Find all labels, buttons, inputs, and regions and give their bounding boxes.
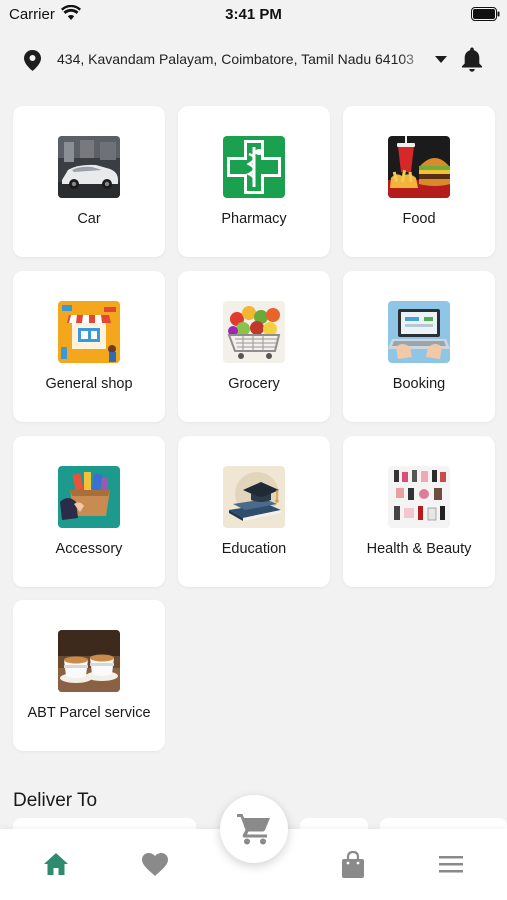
burger-fries-icon (388, 136, 450, 198)
shopping-bag-icon[interactable] (342, 851, 364, 878)
pharmacy-cross-icon (223, 136, 285, 198)
menu-hamburger-icon[interactable] (439, 856, 463, 873)
accessory-box-icon (58, 466, 120, 528)
location-pin-icon (24, 50, 41, 71)
status-time: 3:41 PM (225, 6, 282, 23)
notification-bell-icon[interactable] (461, 47, 483, 72)
cart-icon (237, 814, 270, 845)
category-label: Grocery (228, 376, 280, 392)
category-card-health-beauty[interactable]: Health & Beauty (343, 436, 495, 587)
graduation-cap-icon (223, 466, 285, 528)
home-icon[interactable] (44, 853, 68, 875)
category-label: Pharmacy (221, 211, 287, 227)
category-card-education[interactable]: Education (178, 436, 330, 587)
car-photo-icon (58, 136, 120, 198)
category-label: Education (221, 541, 287, 557)
location-bar[interactable]: 434, Kavandam Palayam, Coimbatore, Tamil… (0, 40, 507, 80)
storefront-icon (58, 301, 120, 363)
laptop-booking-icon (388, 301, 450, 363)
category-label: ABT Parcel service (27, 705, 151, 721)
status-bar: Carrier 3:41 PM (0, 0, 507, 30)
category-label: Food (402, 211, 436, 227)
address-text[interactable]: 434, Kavandam Palayam, Coimbatore, Tamil… (57, 51, 428, 67)
category-card-general-shop[interactable]: General shop (13, 271, 165, 422)
category-card-car[interactable]: Car (13, 106, 165, 257)
grocery-cart-icon (223, 301, 285, 363)
category-card-abt-parcel-service[interactable]: ABT Parcel service (13, 600, 165, 751)
cosmetics-icon (388, 466, 450, 528)
battery-icon (471, 7, 500, 21)
category-label: Car (77, 211, 101, 227)
category-label: Accessory (55, 541, 123, 557)
category-card-pharmacy[interactable]: Pharmacy (178, 106, 330, 257)
deliver-to-heading: Deliver To (13, 790, 98, 811)
category-card-booking[interactable]: Booking (343, 271, 495, 422)
cart-button[interactable] (220, 795, 288, 863)
category-card-accessory[interactable]: Accessory (13, 436, 165, 587)
dropdown-caret-icon[interactable] (435, 56, 447, 64)
category-label: General shop (45, 376, 133, 392)
category-card-food[interactable]: Food (343, 106, 495, 257)
address-fade (400, 48, 430, 70)
coffee-cups-icon (58, 630, 120, 692)
category-label: Booking (392, 376, 446, 392)
category-card-grocery[interactable]: Grocery (178, 271, 330, 422)
favorites-heart-icon[interactable] (142, 853, 168, 876)
category-label: Health & Beauty (366, 541, 472, 557)
